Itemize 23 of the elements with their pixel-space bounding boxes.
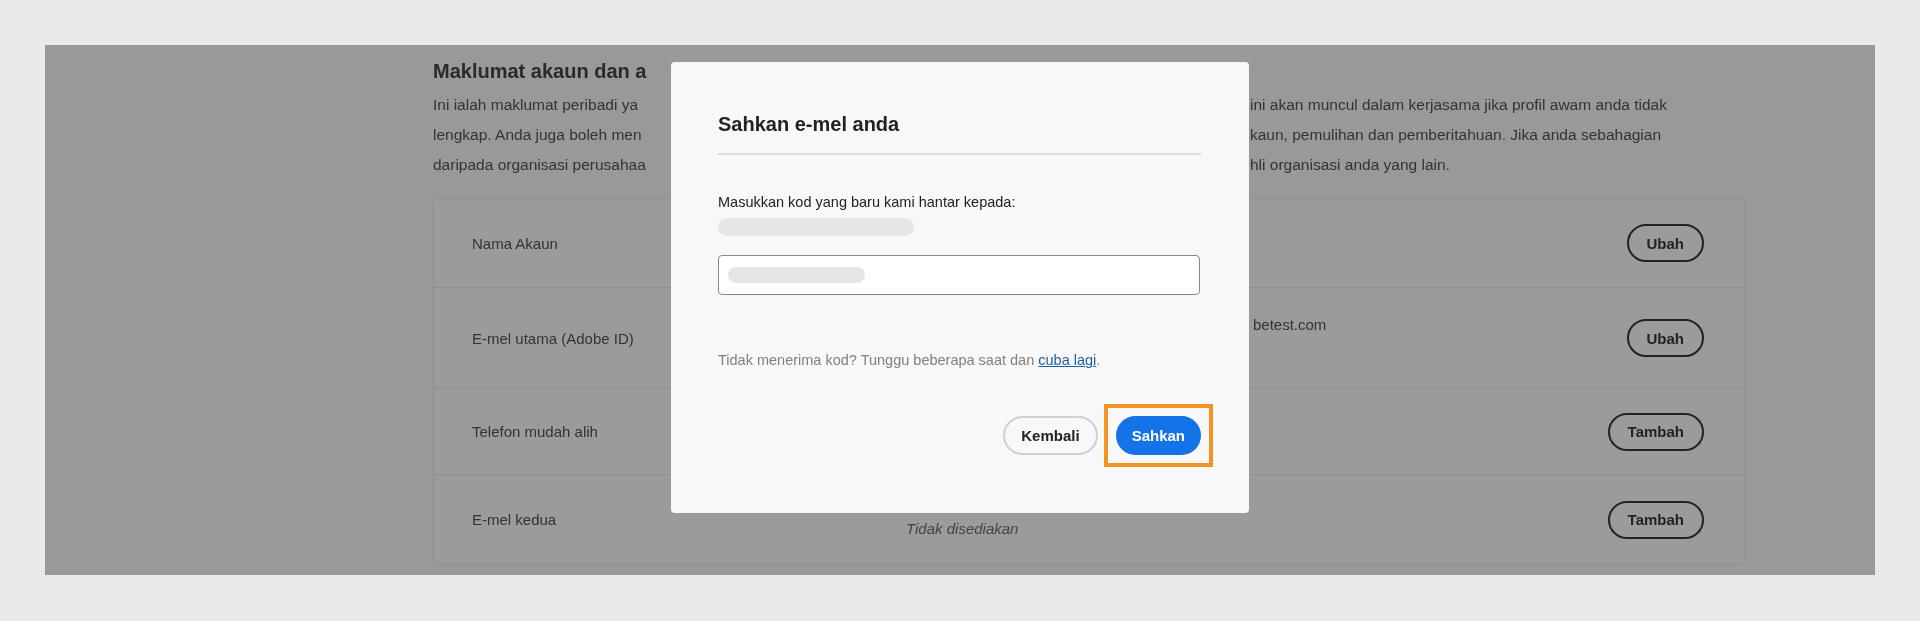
row-action-button[interactable]: Tambah (1607, 500, 1704, 539)
field-value: betest.com (1253, 316, 1327, 333)
row-action-button[interactable]: Ubah (1626, 319, 1704, 357)
description-text: Ini ialah maklumat peribadi ya (433, 95, 640, 115)
row-action-button[interactable]: Tambah (1607, 412, 1704, 451)
description-text: ini akan muncul dalam kerjasama jika profil awam anda tidak (1250, 95, 1668, 115)
description-text: hli organisasi anda yang lain. (1250, 155, 1451, 175)
confirm-button[interactable]: Sahkan (1115, 416, 1201, 455)
section-heading: Maklumat akaun dan a (433, 59, 648, 84)
field-value: Tidak disediakan (906, 520, 1019, 537)
back-button[interactable]: Kembali (1003, 416, 1098, 455)
help-text: Tidak menerima kod? Tunggu beberapa saat dan cuba lagi. (718, 351, 1102, 370)
row-action-button[interactable]: Ubah (1626, 224, 1704, 262)
description-text: lengkap. Anda juga boleh men (433, 125, 643, 145)
field-label: E-mel utama (Adobe ID) (471, 329, 634, 347)
field-label: Nama Akaun (471, 234, 558, 252)
description-text: daripada organisasi perusahaa (433, 155, 647, 175)
code-field[interactable] (718, 255, 1200, 295)
description-text: kaun, pemulihan dan pemberitahuan. Jika anda sebahagian (1250, 125, 1663, 145)
dialog-title: Sahkan e-mel anda (718, 112, 901, 137)
field-label: E-mel kedua (471, 511, 557, 528)
prompt-text: Masukkan kod yang baru kami hantar kepada: (718, 193, 1017, 212)
field-label: Telefon mudah alih (471, 423, 598, 440)
